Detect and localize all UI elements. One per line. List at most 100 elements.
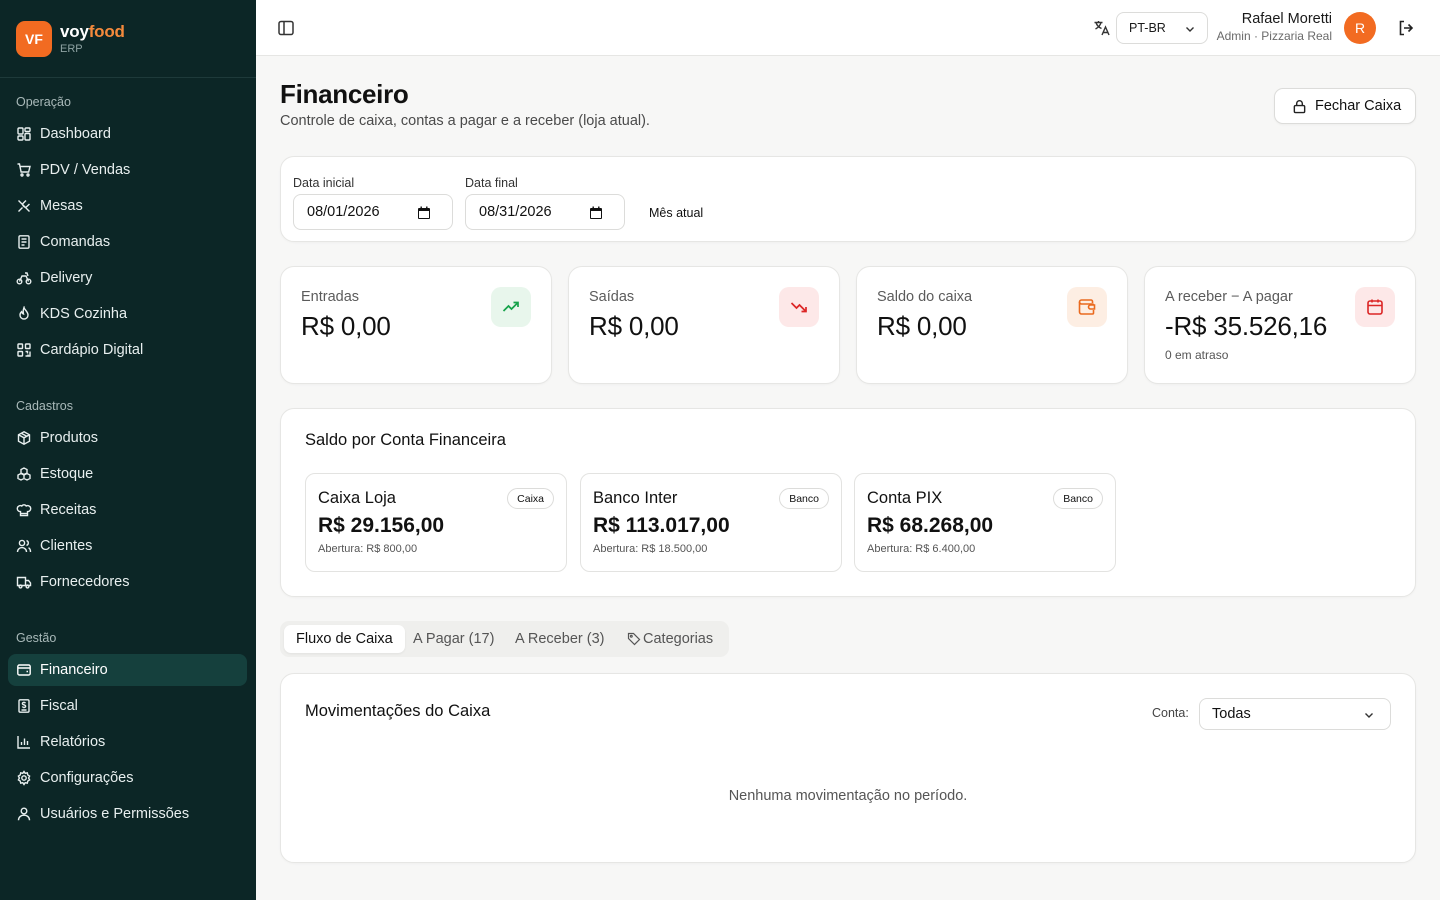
language-select[interactable]: PT-BR bbox=[1116, 12, 1208, 44]
nav-section-cadastros: Cadastros bbox=[16, 399, 73, 413]
sidebar-item-fiscal[interactable]: Fiscal bbox=[8, 690, 247, 722]
tab-fluxo-de-caixa[interactable]: Fluxo de Caixa bbox=[284, 625, 405, 653]
sidebar-item-label: Receitas bbox=[40, 502, 97, 518]
calendar-icon bbox=[1367, 299, 1383, 315]
account-card[interactable]: Conta PIX Banco R$ 68.268,00 Abertura: R… bbox=[854, 473, 1116, 572]
sidebar-item-label: Comandas bbox=[40, 234, 111, 250]
account-card[interactable]: Banco Inter Banco R$ 113.017,00 Abertura… bbox=[580, 473, 842, 572]
avatar[interactable]: R bbox=[1344, 12, 1376, 44]
start-date-input[interactable]: 08/01/2026 bbox=[293, 194, 453, 230]
sidebar-item-comandas[interactable]: Comandas bbox=[8, 226, 247, 258]
chevron-down-icon bbox=[1365, 713, 1373, 718]
sidebar-item-clientes[interactable]: Clientes bbox=[8, 530, 247, 562]
account-name: Conta PIX bbox=[867, 489, 943, 507]
chef-hat-icon bbox=[16, 504, 32, 517]
receipt-icon bbox=[18, 235, 30, 249]
account-name: Caixa Loja bbox=[318, 489, 396, 507]
dashboard-icon bbox=[17, 127, 31, 141]
sidebar-item-usuarios[interactable]: Usuários e Permissões bbox=[8, 798, 247, 830]
account-balance: R$ 29.156,00 bbox=[318, 514, 445, 537]
account-card[interactable]: Caixa Loja Caixa R$ 29.156,00 Abertura: … bbox=[305, 473, 567, 572]
sidebar-item-dashboard[interactable]: Dashboard bbox=[8, 118, 247, 150]
end-date-value: 08/31/2026 bbox=[479, 204, 552, 220]
empty-state: Nenhuma movimentação no período. bbox=[728, 788, 968, 804]
account-opening: Abertura: R$ 6.400,00 bbox=[867, 543, 976, 555]
sidebar-item-label: Fiscal bbox=[40, 698, 78, 714]
stat-value: -R$ 35.526,16 bbox=[1165, 311, 1328, 341]
bike-icon bbox=[16, 272, 32, 285]
sidebar-item-fornecedores[interactable]: Fornecedores bbox=[8, 566, 247, 598]
account-filter-select[interactable]: Todas bbox=[1199, 698, 1391, 730]
gear-icon bbox=[17, 770, 31, 786]
stat-icon-box bbox=[1355, 287, 1395, 327]
end-date-input[interactable]: 08/31/2026 bbox=[465, 194, 625, 230]
stat-icon-box bbox=[491, 287, 531, 327]
sidebar-item-label: Produtos bbox=[40, 430, 99, 446]
stat-card-saidas: Saídas R$ 0,00 bbox=[568, 266, 840, 384]
sidebar-item-label: Usuários e Permissões bbox=[40, 806, 190, 822]
sidebar-item-relatorios[interactable]: Relatórios bbox=[8, 726, 247, 758]
account-opening: Abertura: R$ 18.500,00 bbox=[593, 543, 708, 555]
date-filter-card: Data inicial 08/01/2026 Data final 08/31… bbox=[280, 156, 1416, 242]
account-type-badge: Banco bbox=[779, 488, 829, 509]
sidebar-item-produtos[interactable]: Produtos bbox=[8, 422, 247, 454]
topbar: PT-BR Rafael Moretti Admin · Pizzaria Re… bbox=[256, 0, 1440, 56]
cart-icon bbox=[17, 163, 31, 177]
wallet-icon bbox=[1078, 299, 1096, 315]
brand-logo: VF bbox=[16, 20, 52, 57]
trending-down-icon bbox=[790, 302, 807, 313]
sidebar-item-financeiro[interactable]: Financeiro bbox=[8, 654, 247, 686]
user-name: Rafael Moretti bbox=[1241, 11, 1332, 27]
package-icon bbox=[17, 431, 31, 445]
sidebar-item-kds[interactable]: KDS Cozinha bbox=[8, 298, 247, 330]
tab-label: Categorias bbox=[643, 631, 714, 647]
invoice-icon bbox=[18, 699, 30, 713]
users-icon bbox=[16, 539, 32, 553]
brand-name: voyfood bbox=[60, 22, 125, 42]
account-type-badge: Banco bbox=[1053, 488, 1103, 509]
close-register-button[interactable]: Fechar Caixa bbox=[1274, 88, 1416, 124]
language-value: PT-BR bbox=[1129, 21, 1166, 35]
page-subtitle: Controle de caixa, contas a pagar e a re… bbox=[280, 113, 650, 129]
flame-icon bbox=[19, 306, 29, 320]
account-filter-value: Todas bbox=[1212, 706, 1251, 722]
sidebar-item-pdv[interactable]: PDV / Vendas bbox=[8, 154, 247, 186]
sidebar-item-cardapio[interactable]: Cardápio Digital bbox=[8, 334, 247, 366]
sidebar-item-label: Fornecedores bbox=[40, 574, 130, 590]
movements-card: Movimentações do Caixa Conta: Todas Nenh… bbox=[280, 673, 1416, 863]
account-filter-label: Conta: bbox=[1152, 706, 1189, 720]
sidebar-item-estoque[interactable]: Estoque bbox=[8, 458, 247, 490]
brand-name-part: food bbox=[88, 22, 125, 41]
sidebar-item-label: KDS Cozinha bbox=[40, 306, 128, 322]
tab-a-pagar[interactable]: A Pagar (17) bbox=[401, 625, 506, 653]
stat-value: R$ 0,00 bbox=[589, 311, 679, 341]
account-balance: R$ 113.017,00 bbox=[593, 514, 730, 537]
tab-categorias[interactable]: Categorias bbox=[615, 625, 725, 653]
sidebar-item-delivery[interactable]: Delivery bbox=[8, 262, 247, 294]
accounts-card: Saldo por Conta Financeira Caixa Loja Ca… bbox=[280, 408, 1416, 597]
sidebar-item-receitas[interactable]: Receitas bbox=[8, 494, 247, 526]
stat-value: R$ 0,00 bbox=[877, 311, 967, 341]
finance-tabs: Fluxo de Caixa A Pagar (17) A Receber (3… bbox=[280, 621, 729, 657]
sidebar-item-configuracoes[interactable]: Configurações bbox=[8, 762, 247, 794]
sidebar-toggle-icon[interactable] bbox=[276, 18, 296, 38]
logout-icon[interactable] bbox=[1396, 18, 1416, 38]
sidebar-item-label: PDV / Vendas bbox=[40, 162, 131, 178]
translate-icon bbox=[1094, 21, 1110, 36]
tab-a-receber[interactable]: A Receber (3) bbox=[503, 625, 616, 653]
calendar-icon[interactable] bbox=[416, 205, 432, 221]
stat-label: Entradas bbox=[301, 289, 360, 305]
sidebar-item-label: Mesas bbox=[40, 198, 83, 214]
account-type-badge: Caixa bbox=[507, 488, 554, 509]
brand[interactable]: VF voyfood ERP bbox=[0, 0, 256, 78]
account-opening: Abertura: R$ 800,00 bbox=[318, 543, 418, 555]
end-date-label: Data final bbox=[465, 176, 518, 190]
start-date-label: Data inicial bbox=[293, 176, 355, 190]
utensils-icon bbox=[18, 200, 30, 212]
close-register-label: Fechar Caixa bbox=[1315, 98, 1402, 114]
sidebar-item-label: Estoque bbox=[40, 466, 94, 482]
sidebar-item-label: Delivery bbox=[40, 270, 93, 286]
calendar-icon[interactable] bbox=[588, 205, 604, 221]
current-month-button[interactable]: Mês atual bbox=[649, 206, 703, 220]
sidebar-item-mesas[interactable]: Mesas bbox=[8, 190, 247, 222]
